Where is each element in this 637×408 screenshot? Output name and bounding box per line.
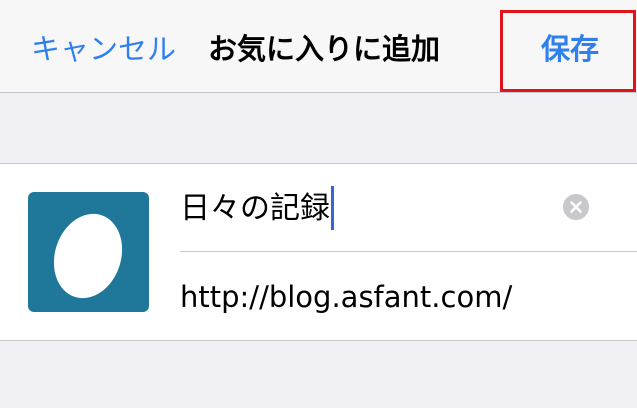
text-cursor xyxy=(331,185,334,230)
cancel-button[interactable]: キャンセル xyxy=(31,27,176,71)
page-title: お気に入りに追加 xyxy=(208,32,441,66)
bookmark-title-field[interactable]: 日々の記録 xyxy=(180,183,550,235)
bookmark-form: 日々の記録 http://blog.asfant.com/ xyxy=(0,163,637,341)
bookmark-title-value: 日々の記録 xyxy=(180,191,330,226)
site-thumbnail-icon xyxy=(28,192,149,312)
bookmark-url-value: http://blog.asfant.com/ xyxy=(180,280,513,314)
field-divider xyxy=(180,251,637,252)
clear-text-button[interactable] xyxy=(563,194,589,220)
save-button[interactable]: 保存 xyxy=(541,27,599,71)
clear-x-icon xyxy=(570,201,582,213)
navigation-bar: キャンセル お気に入りに追加 保存 xyxy=(0,0,637,93)
bookmark-url-field: http://blog.asfant.com/ xyxy=(180,271,512,323)
